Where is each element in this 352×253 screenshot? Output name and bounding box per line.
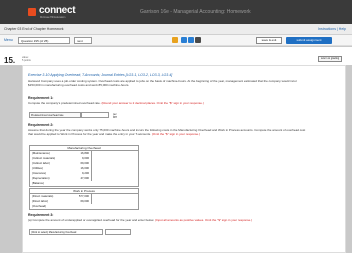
requirement-3-text: (a) Compute the amount of underapplied o…: [28, 218, 308, 222]
course-title: Garrison 16e - Managerial Accounting: Ho…: [140, 9, 251, 15]
requirement-3-body: (a) Compute the amount of underapplied o…: [28, 218, 155, 222]
requirement-2-note: (Omit the "$" sign in your response.): [151, 132, 200, 136]
requirement-3-note: (Input all amounts as positive values. O…: [154, 218, 253, 222]
work-in-process-t-account: Work in Process (Direct materials) 577,00…: [29, 188, 139, 210]
rate-unit: per MH: [113, 113, 117, 119]
logo-mark-icon: [28, 8, 36, 16]
manufacturing-overhead-t-account: Manufacturing Overhead (Maintenance) 16,8…: [29, 145, 139, 187]
logo-text: connect: [39, 5, 76, 16]
question-content: Exercise 3-10 Applying Overhead; T-Accou…: [22, 65, 346, 253]
wip-row: (Overhead): [32, 204, 47, 208]
exercise-intro: Harwood Company uses a job-order costing…: [28, 79, 297, 87]
save-exit-button[interactable]: save & exit: [256, 37, 282, 44]
mfg-overhead-row: (Balance): [32, 181, 44, 185]
top-bar: connect McGraw-Hill Education Garrison 1…: [0, 0, 352, 24]
logo-subtitle: McGraw-Hill Education: [40, 16, 66, 19]
print-icon[interactable]: [181, 37, 187, 43]
overhead-amount-input[interactable]: [105, 229, 131, 235]
requirement-1-note: (Round your answer to 2 decimal places. …: [101, 101, 204, 105]
question-number: 15.: [4, 56, 16, 65]
points-value: 5 points: [22, 59, 31, 62]
rate-input[interactable]: [81, 112, 109, 118]
exercise-title: Exercise 3-10 Applying Overhead; T-Accou…: [28, 73, 173, 77]
instructions-help-link[interactable]: Instructions | Help: [318, 27, 346, 31]
rate-label: Predetermined overhead rate: [29, 112, 81, 118]
connect-logo: connect McGraw-Hill Education: [28, 6, 76, 19]
requirement-2-title: Requirement 2:: [28, 123, 54, 127]
menu-link[interactable]: Menu: [4, 38, 13, 42]
overhead-result-row: (Click to select) Manufacturing Overhead: [29, 229, 139, 235]
question-header: 15. value: 5 points return to grading: [0, 47, 352, 65]
requirement-3-title: Requirement 3:: [28, 213, 54, 217]
return-to-grading-button[interactable]: return to grading: [318, 56, 342, 62]
hint-icon[interactable]: [172, 37, 178, 43]
requirement-2-text: Assume that during the year the company …: [28, 128, 308, 136]
question-points: value: 5 points: [22, 56, 31, 62]
requirement-1-title: Requirement 1:: [28, 96, 54, 100]
assignment-bar: Chapter 03 End of Chapter Homework Instr…: [0, 24, 352, 35]
requirement-1-body: Compute the company's predetermined over…: [28, 101, 101, 105]
submit-assignment-button[interactable]: submit assignment: [286, 37, 332, 44]
requirement-1-text: Compute the company's predetermined over…: [28, 101, 308, 105]
reference-icon[interactable]: [188, 37, 194, 43]
next-button[interactable]: next: [74, 37, 92, 44]
calculator-icon[interactable]: [195, 37, 201, 43]
toolbar: Menu Question #15 (of 25) next save & ex…: [0, 35, 352, 46]
question-select[interactable]: Question #15 (of 25): [18, 37, 70, 44]
assignment-name: Chapter 03 End of Chapter Homework: [4, 27, 64, 31]
overhead-type-select[interactable]: (Click to select) Manufacturing Overhead: [29, 229, 103, 235]
